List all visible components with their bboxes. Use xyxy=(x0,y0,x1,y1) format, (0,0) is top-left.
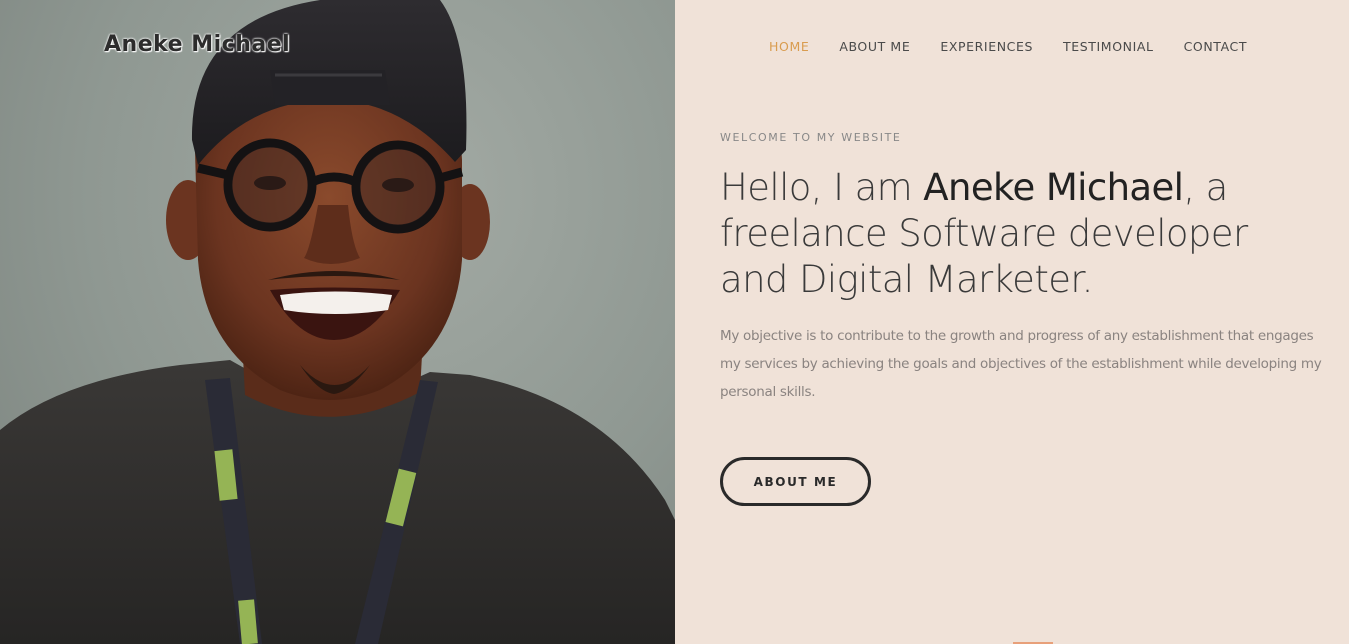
hero-portrait-photo: Aneke Michael xyxy=(0,0,675,644)
nav-item-experiences[interactable]: EXPERIENCES xyxy=(940,39,1033,54)
headline-prefix: Hello, I am xyxy=(720,166,924,209)
hero-headline: Hello, I am Aneke Michael, a freelance S… xyxy=(720,165,1320,303)
hero-content-panel: HOME ABOUT ME EXPERIENCES TESTIMONIAL CO… xyxy=(675,0,1349,644)
nav-item-about-me[interactable]: ABOUT ME xyxy=(839,39,910,54)
main-navigation: HOME ABOUT ME EXPERIENCES TESTIMONIAL CO… xyxy=(769,39,1247,54)
nav-item-home[interactable]: HOME xyxy=(769,39,809,54)
objective-paragraph: My objective is to contribute to the gro… xyxy=(720,328,1322,400)
welcome-eyebrow: WELCOME TO MY WEBSITE xyxy=(720,131,902,144)
headline-name: Aneke Michael xyxy=(923,166,1184,209)
nav-item-contact[interactable]: CONTACT xyxy=(1184,39,1247,54)
nav-item-testimonial[interactable]: TESTIMONIAL xyxy=(1063,39,1154,54)
site-brand-name[interactable]: Aneke Michael xyxy=(104,32,290,57)
about-me-button[interactable]: ABOUT ME xyxy=(720,457,871,506)
